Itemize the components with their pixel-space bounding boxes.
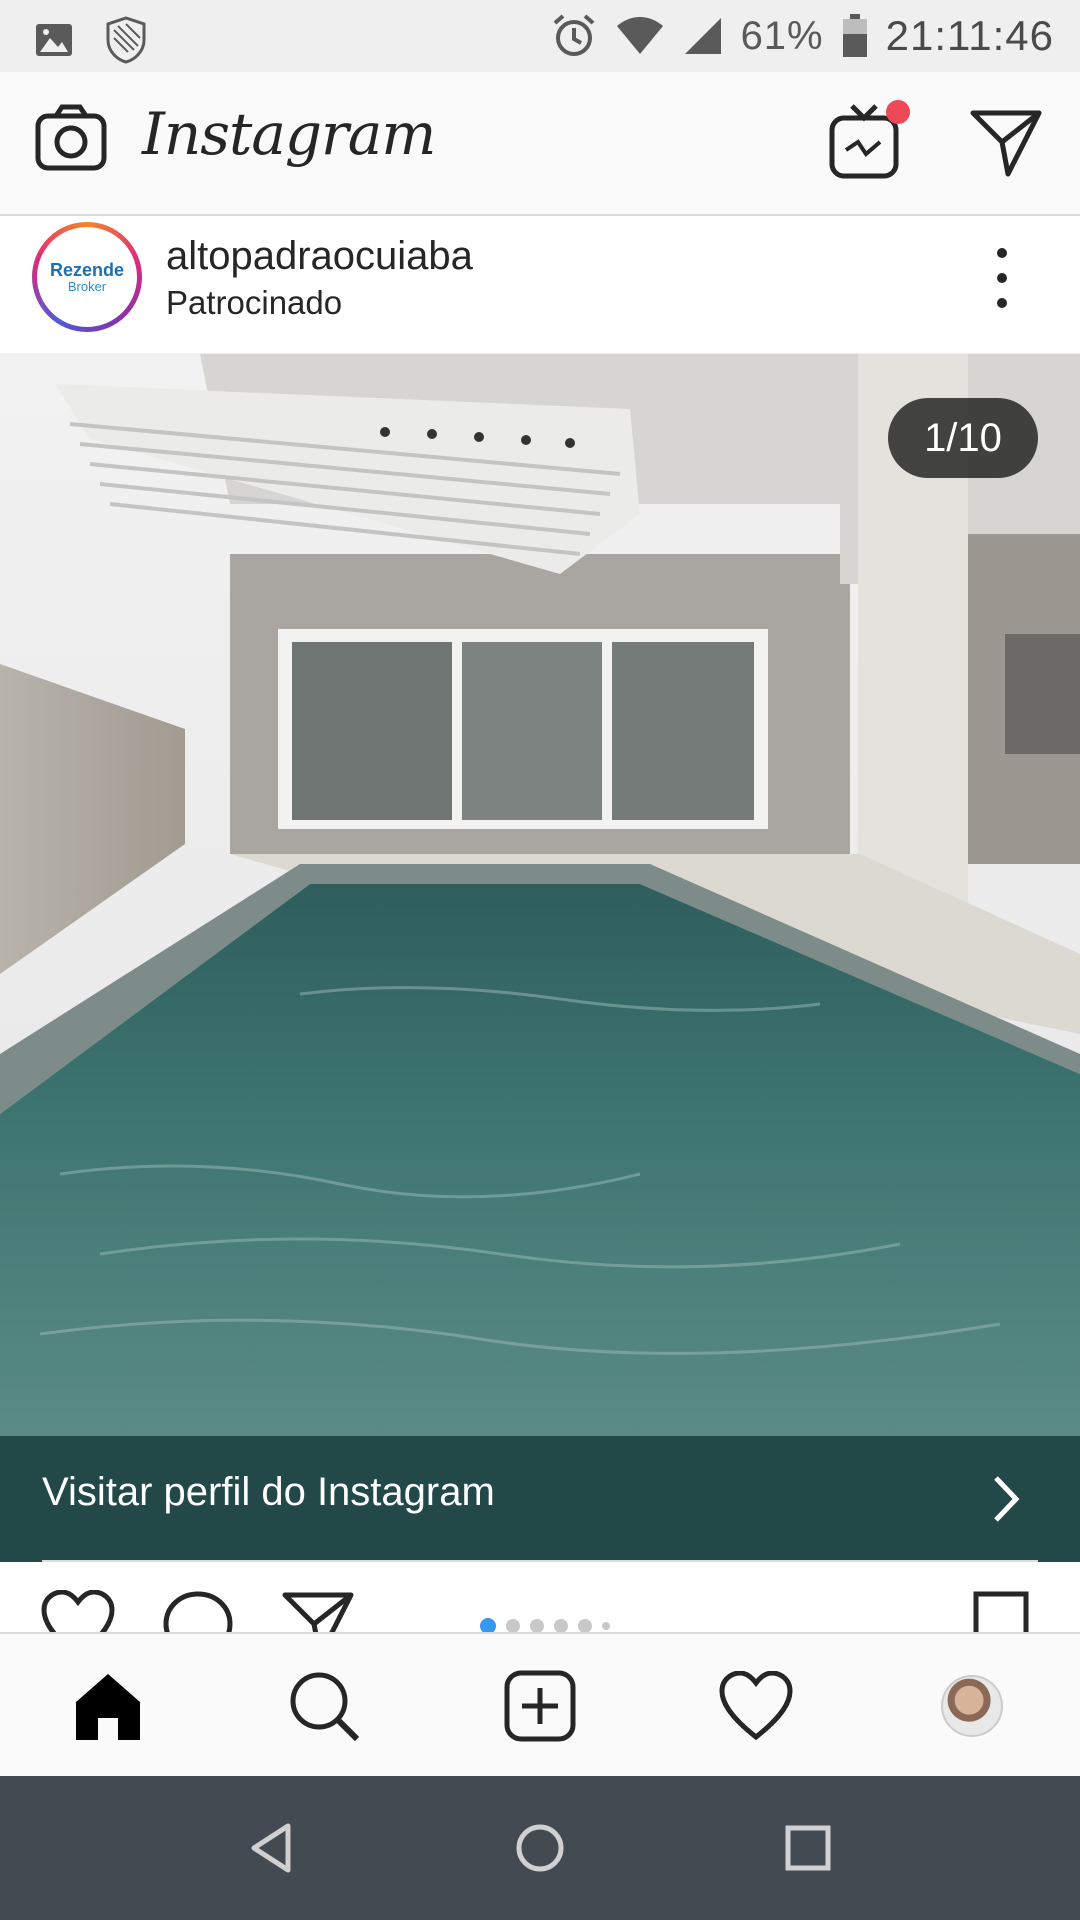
post-username[interactable]: altopadraocuiaba: [166, 234, 473, 279]
bookmark-icon[interactable]: [972, 1590, 1030, 1632]
status-right-icons: 61% 21:11:46: [551, 8, 1054, 64]
battery-percent: 61%: [740, 13, 824, 58]
recents-icon[interactable]: [782, 1822, 834, 1874]
sponsored-label: Patrocinado: [166, 284, 343, 321]
status-bar: 61% 21:11:46: [0, 0, 1080, 72]
carousel-dot: [554, 1619, 568, 1632]
bottom-nav: [0, 1632, 1080, 1776]
instagram-logo: Instagram: [142, 100, 436, 168]
carousel-dots: [480, 1618, 610, 1632]
nav-add-post[interactable]: [502, 1668, 578, 1744]
app-header: Instagram: [0, 72, 1080, 216]
carousel-dot-active: [480, 1618, 496, 1632]
avatar-logo: Rezende Broker: [37, 227, 137, 327]
signal-icon: [684, 18, 721, 54]
carousel-dot: [506, 1619, 520, 1632]
cta-label: Visitar perfil do Instagram: [42, 1470, 495, 1514]
chevron-right-icon: [994, 1476, 1020, 1522]
status-left-icons: [34, 16, 148, 64]
comment-icon[interactable]: [162, 1590, 234, 1632]
igtv-button[interactable]: [828, 100, 910, 182]
home-icon: [76, 1674, 140, 1740]
add-post-icon: [504, 1670, 576, 1742]
nav-search[interactable]: [286, 1668, 362, 1744]
direct-message-icon[interactable]: [970, 108, 1042, 178]
activity-icon: [719, 1671, 793, 1741]
pool-house-image: [0, 354, 1080, 1436]
back-icon[interactable]: [246, 1822, 298, 1874]
carousel-dot: [530, 1619, 544, 1632]
clock: 21:11:46: [885, 12, 1054, 59]
visit-profile-cta[interactable]: Visitar perfil do Instagram: [0, 1436, 1080, 1562]
more-options-icon[interactable]: [992, 248, 1012, 308]
avatar-brand-text: Rezende: [49, 260, 125, 280]
wifi-icon: [616, 17, 663, 54]
share-icon[interactable]: [282, 1590, 354, 1632]
home-circle-icon[interactable]: [514, 1822, 566, 1874]
system-nav-bar: [0, 1776, 1080, 1920]
carousel-counter: 1/10: [888, 398, 1038, 478]
heart-icon[interactable]: [40, 1590, 116, 1632]
igtv-notification-dot: [886, 100, 910, 124]
search-icon: [290, 1672, 360, 1742]
avatar-sub-text: Broker: [67, 279, 107, 294]
alarm-icon: [553, 14, 594, 56]
nav-home[interactable]: [70, 1668, 146, 1744]
battery-icon: [842, 14, 867, 57]
post-header: Rezende Broker altopadraocuiaba Patrocin…: [0, 218, 1080, 354]
post-avatar[interactable]: Rezende Broker: [32, 222, 142, 332]
carousel-dot: [578, 1619, 592, 1632]
profile-avatar: [941, 1675, 1003, 1737]
post-photo[interactable]: 1/10: [0, 354, 1080, 1436]
camera-icon[interactable]: [34, 102, 108, 176]
carousel-dot: [602, 1622, 610, 1630]
gallery-icon: [36, 24, 72, 56]
post-actions: [0, 1562, 1080, 1632]
nav-activity[interactable]: [718, 1668, 794, 1744]
nav-profile[interactable]: [934, 1668, 1010, 1744]
shield-icon: [106, 16, 146, 64]
